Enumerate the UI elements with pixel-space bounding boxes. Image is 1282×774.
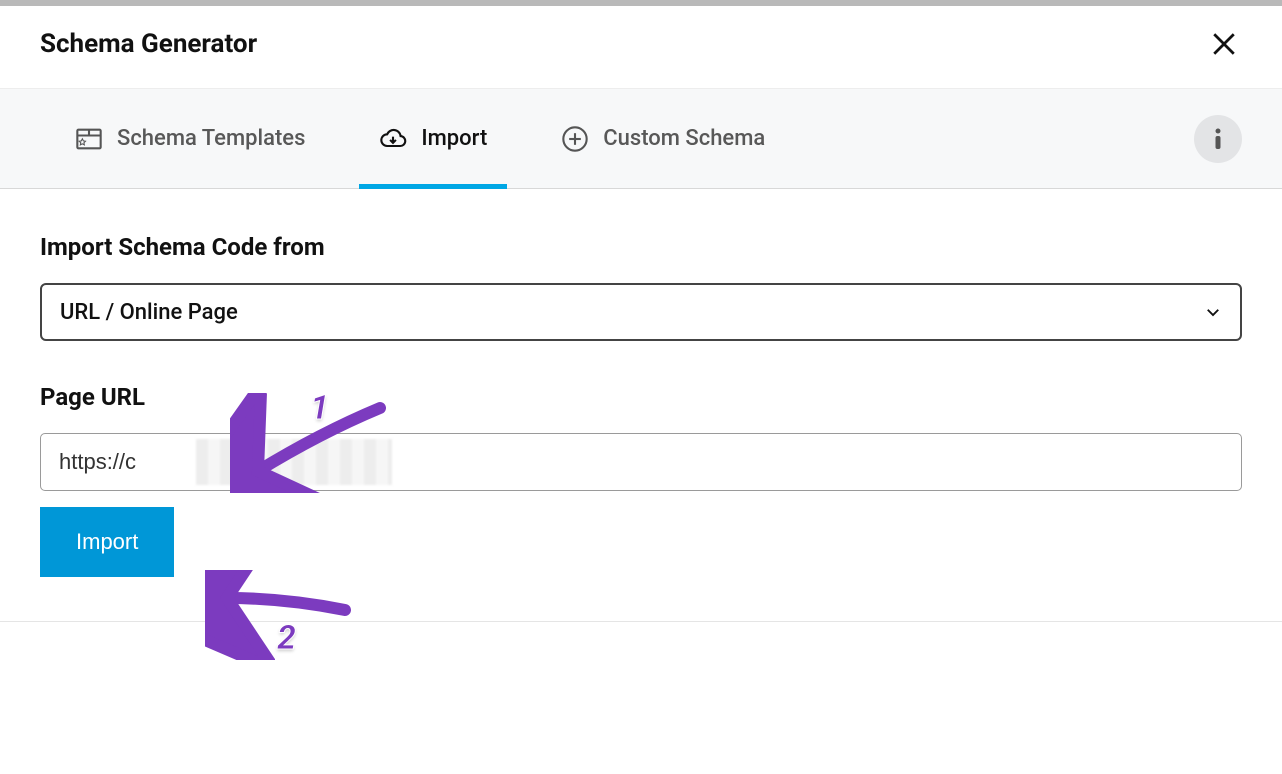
info-button[interactable] (1194, 115, 1242, 163)
tab-label: Import (421, 126, 487, 151)
tab-import[interactable]: Import (369, 89, 497, 188)
import-panel: Import Schema Code from URL / Online Pag… (0, 189, 1282, 621)
tab-label: Custom Schema (603, 126, 765, 151)
templates-icon (75, 125, 103, 153)
source-select[interactable]: URL / Online Page (40, 283, 1242, 341)
url-label: Page URL (40, 383, 1242, 411)
cloud-download-icon (379, 125, 407, 153)
tab-label: Schema Templates (117, 126, 305, 151)
redacted-overlay (196, 439, 392, 485)
url-input-wrap (40, 433, 1242, 491)
modal-title: Schema Generator (40, 29, 257, 59)
tab-schema-templates[interactable]: Schema Templates (65, 89, 315, 188)
tabs-bar: Schema Templates Import Custom Schema (0, 89, 1282, 189)
import-button[interactable]: Import (40, 507, 174, 577)
close-icon (1211, 31, 1237, 57)
modal-header: Schema Generator (0, 6, 1282, 89)
source-label: Import Schema Code from (40, 233, 1242, 261)
plus-circle-icon (561, 125, 589, 153)
info-icon (1213, 127, 1223, 151)
annotation-label: 2 (277, 618, 296, 658)
close-button[interactable] (1206, 26, 1242, 62)
schema-generator-modal: Schema Generator Schema Templates (0, 6, 1282, 622)
source-select-value: URL / Online Page (60, 300, 238, 325)
source-select-wrap: URL / Online Page (40, 283, 1242, 341)
tab-custom-schema[interactable]: Custom Schema (551, 89, 775, 188)
